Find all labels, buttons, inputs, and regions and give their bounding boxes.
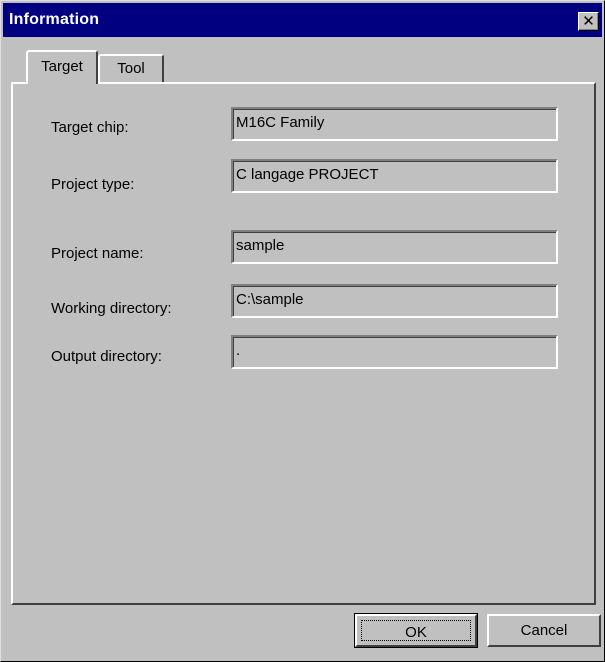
title-bar[interactable]: Information ✕ <box>3 3 602 37</box>
tab-tool-label: Tool <box>117 60 145 77</box>
information-dialog: Information ✕ Target Tool Target chip: M… <box>0 0 605 662</box>
ok-focus-rect: OK <box>361 620 471 641</box>
close-icon: ✕ <box>582 13 595 30</box>
tab-panel-target <box>11 82 596 605</box>
close-button[interactable]: ✕ <box>578 12 599 31</box>
selected-tab-joint <box>28 82 96 85</box>
cancel-button-label: Cancel <box>520 622 568 639</box>
window-title: Information <box>9 11 100 28</box>
cancel-button[interactable]: Cancel <box>487 614 601 647</box>
ok-button-label: OK <box>405 624 427 641</box>
tab-target-label: Target <box>41 58 83 75</box>
ok-button[interactable]: OK <box>354 613 478 648</box>
tab-target[interactable]: Target <box>26 50 98 84</box>
tab-tool[interactable]: Tool <box>98 54 164 83</box>
